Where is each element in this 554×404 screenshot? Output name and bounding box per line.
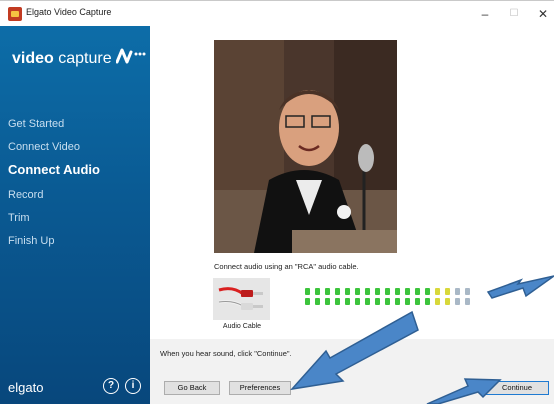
meter-segment (425, 298, 430, 305)
brand-bold: video (12, 50, 54, 67)
meter-segment (445, 288, 450, 295)
meter-segment (385, 298, 390, 305)
meter-segment (435, 298, 440, 305)
video-preview (214, 40, 397, 253)
meter-segment (455, 288, 460, 295)
app-window: Elgato Video Capture – ☐ ✕ video capture… (0, 0, 554, 404)
meter-segment (465, 298, 470, 305)
window-title: Elgato Video Capture (26, 7, 112, 17)
sidebar-item-record[interactable]: Record (8, 189, 43, 201)
continue-button[interactable]: Continue (485, 381, 549, 395)
meter-segment (345, 298, 350, 305)
video-frame-image (214, 40, 397, 253)
sidebar-item-get-started[interactable]: Get Started (8, 118, 64, 130)
sidebar-item-connect-video[interactable]: Connect Video (8, 141, 80, 153)
sidebar-item-trim[interactable]: Trim (8, 212, 30, 224)
meter-segment (365, 298, 370, 305)
meter-segment (395, 298, 400, 305)
meter-segment (315, 298, 320, 305)
meter-segment (375, 288, 380, 295)
meter-segment (345, 288, 350, 295)
meter-segment (305, 298, 310, 305)
audio-cable-label: Audio Cable (222, 323, 262, 330)
info-icon[interactable]: i (125, 378, 141, 394)
audio-cable-tile[interactable] (213, 278, 270, 320)
meter-segment (425, 288, 430, 295)
meter-segment (325, 288, 330, 295)
meter-segment (405, 298, 410, 305)
meter-segment (375, 298, 380, 305)
brand-light: capture (58, 50, 112, 67)
meter-segment (415, 298, 420, 305)
meter-segment (315, 288, 320, 295)
meter-segment (335, 288, 340, 295)
meter-segment (465, 288, 470, 295)
meter-segment (445, 298, 450, 305)
preferences-button[interactable]: Preferences (229, 381, 291, 395)
sidebar-item-connect-audio[interactable]: Connect Audio (8, 162, 100, 177)
meter-segment (365, 288, 370, 295)
go-back-button[interactable]: Go Back (164, 381, 220, 395)
sidebar: video capture Get Started Connect Video … (0, 26, 150, 404)
help-icon[interactable]: ? (103, 378, 119, 394)
meter-segment (355, 288, 360, 295)
sidebar-item-finish-up[interactable]: Finish Up (8, 235, 54, 247)
meter-segment (405, 288, 410, 295)
close-button[interactable]: ✕ (532, 4, 554, 24)
continue-hint: When you hear sound, click "Continue". (160, 349, 292, 358)
meter-segment (415, 288, 420, 295)
meter-segment (455, 298, 460, 305)
meter-segment (305, 288, 310, 295)
meter-segment (385, 288, 390, 295)
title-bar: Elgato Video Capture – ☐ ✕ (0, 0, 554, 26)
meter-segment (435, 288, 440, 295)
minimize-button[interactable]: – (474, 4, 496, 24)
wave-logo-icon (116, 48, 146, 64)
meter-segment (325, 298, 330, 305)
meter-segment (355, 298, 360, 305)
rca-cable-icon (218, 287, 263, 310)
maximize-button[interactable]: ☐ (503, 4, 525, 24)
elgato-logo: elgato (8, 380, 44, 395)
brand-logo: video capture (12, 50, 112, 68)
app-icon (8, 7, 22, 21)
meter-segment (335, 298, 340, 305)
arrow-to-meter-icon (486, 275, 554, 299)
connect-instruction: Connect audio using an "RCA" audio cable… (214, 262, 359, 271)
meter-segment (395, 288, 400, 295)
